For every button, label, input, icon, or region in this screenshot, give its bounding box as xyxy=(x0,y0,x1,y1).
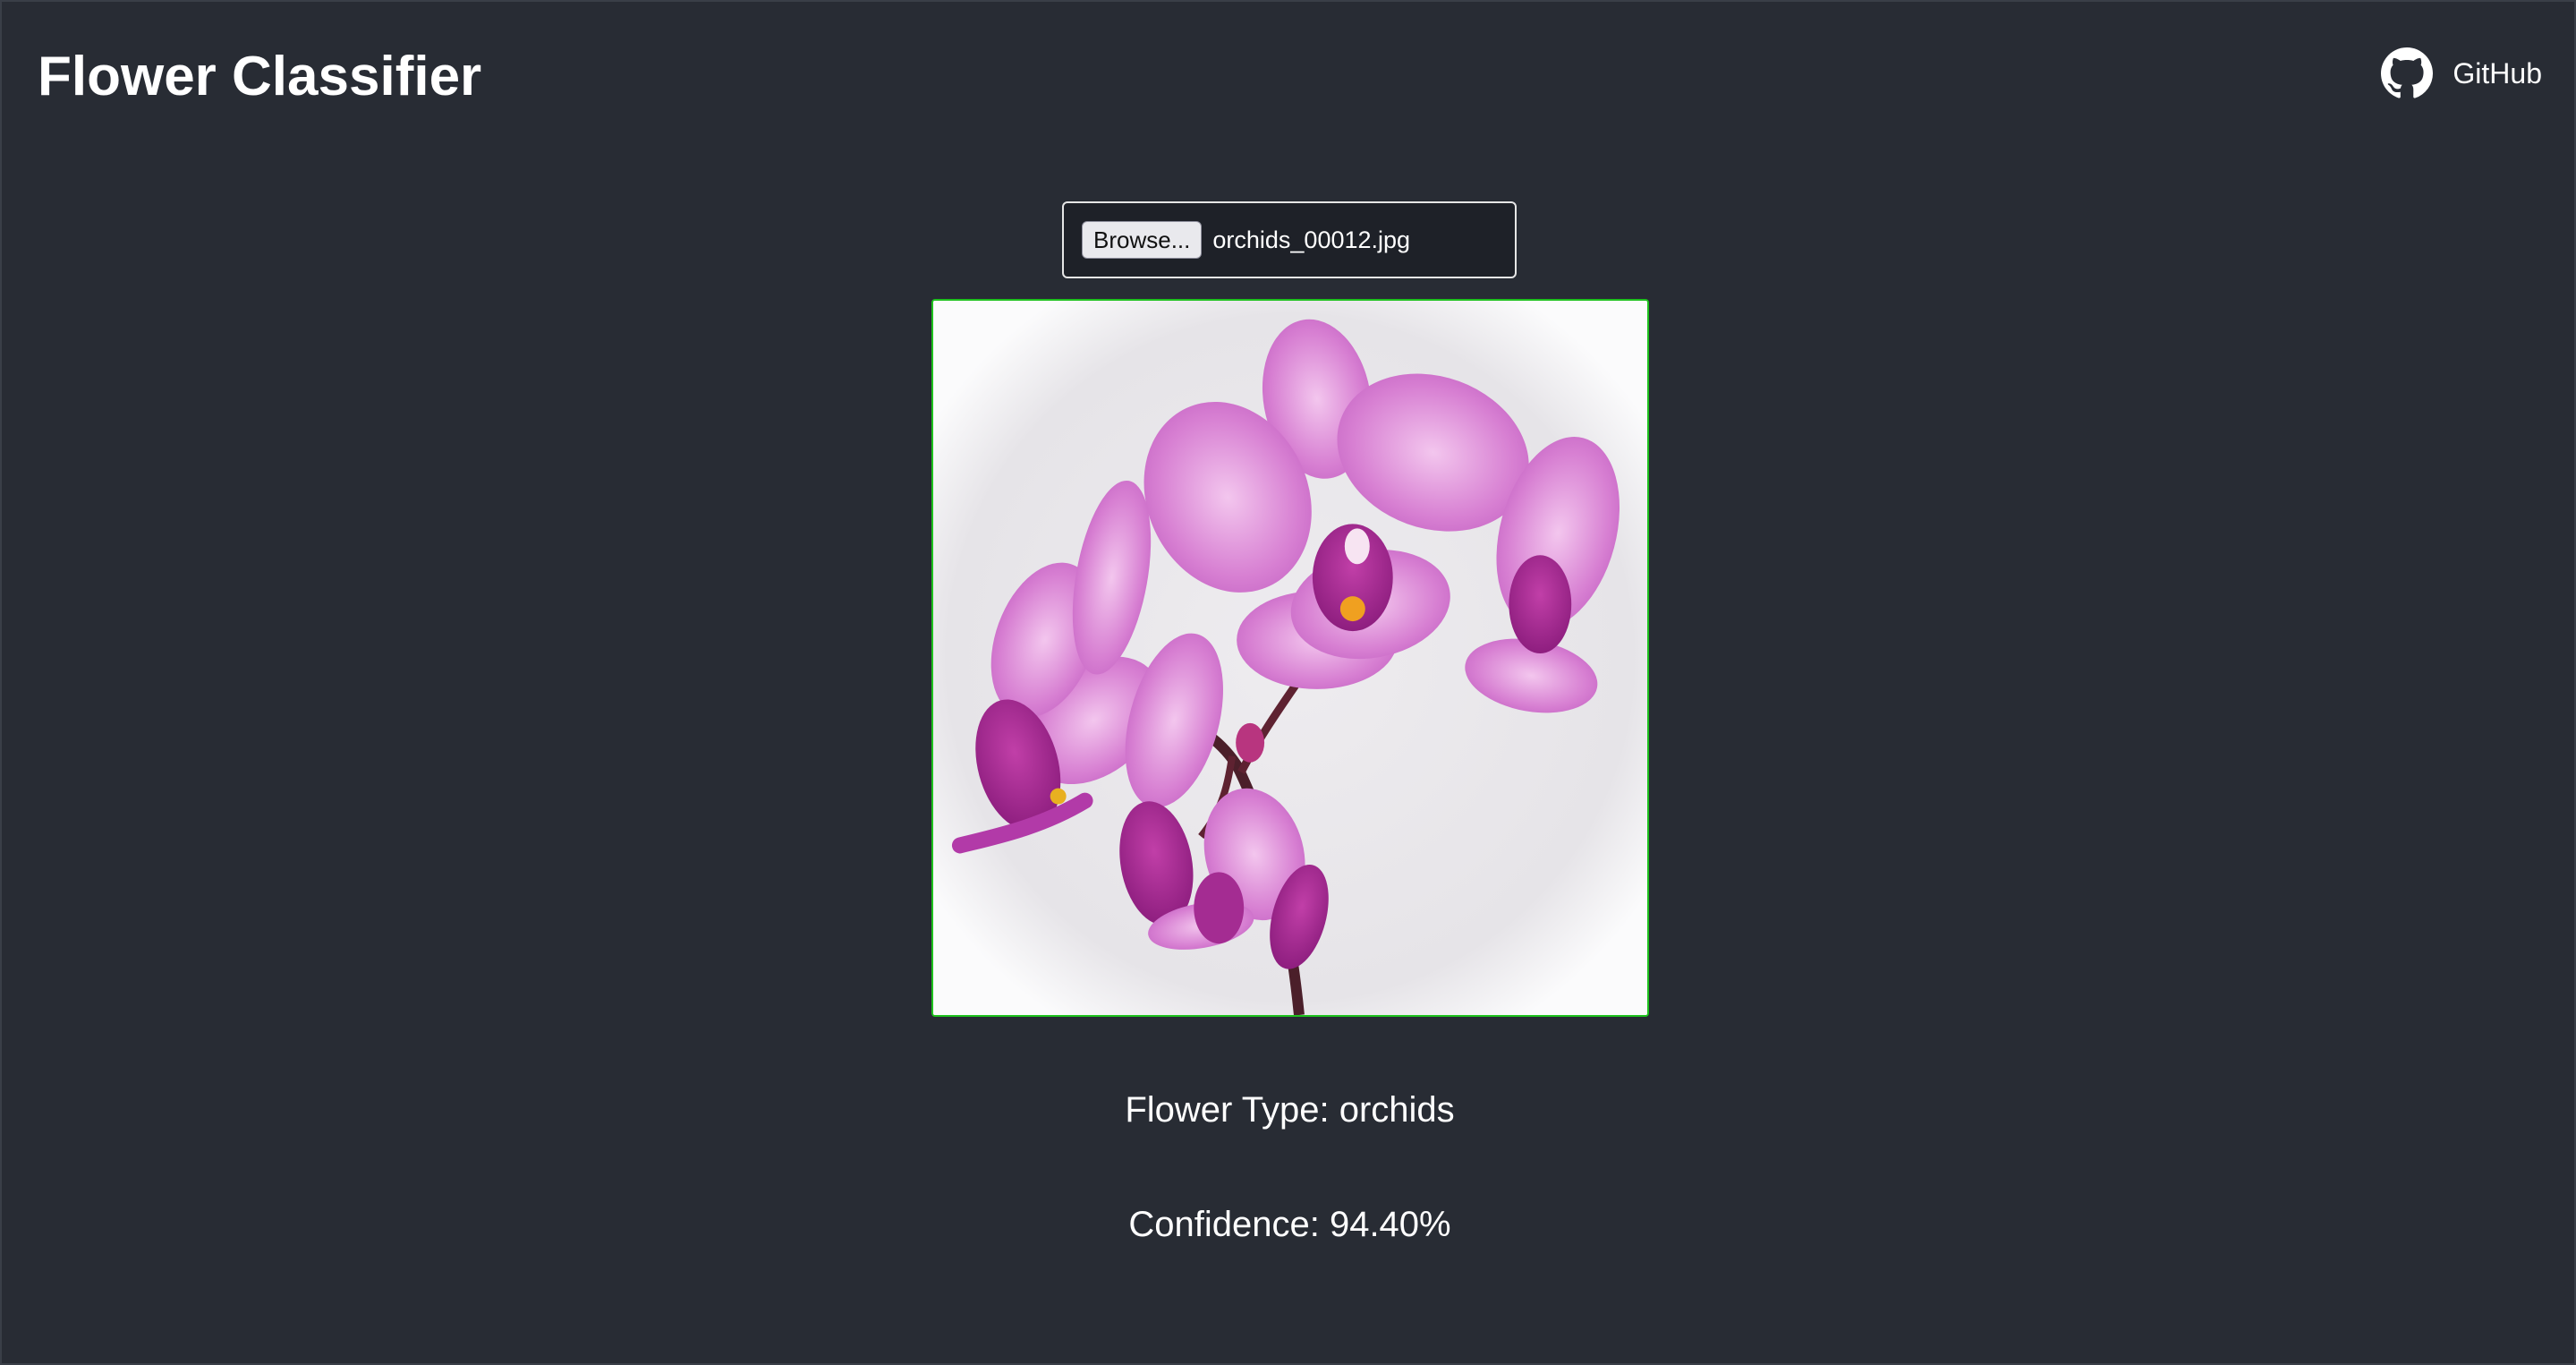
app-page: Flower Classifier GitHub Browse... orchi… xyxy=(0,0,2576,1365)
orchid-image xyxy=(933,301,1647,1015)
confidence-result: Confidence: 94.40% xyxy=(1128,1205,1451,1244)
page-title: Flower Classifier xyxy=(38,46,482,107)
selected-file-name: orchids_00012.jpg xyxy=(1212,226,1411,253)
uploaded-image-preview xyxy=(931,299,1649,1017)
flower-type-result: Flower Type: orchids xyxy=(1125,1090,1455,1130)
file-upload-input[interactable]: Browse... orchids_00012.jpg xyxy=(1062,201,1517,278)
github-link[interactable]: GitHub xyxy=(2381,47,2542,100)
github-icon xyxy=(2381,47,2434,99)
browse-button[interactable]: Browse... xyxy=(1082,221,1203,259)
github-label: GitHub xyxy=(2453,56,2542,90)
